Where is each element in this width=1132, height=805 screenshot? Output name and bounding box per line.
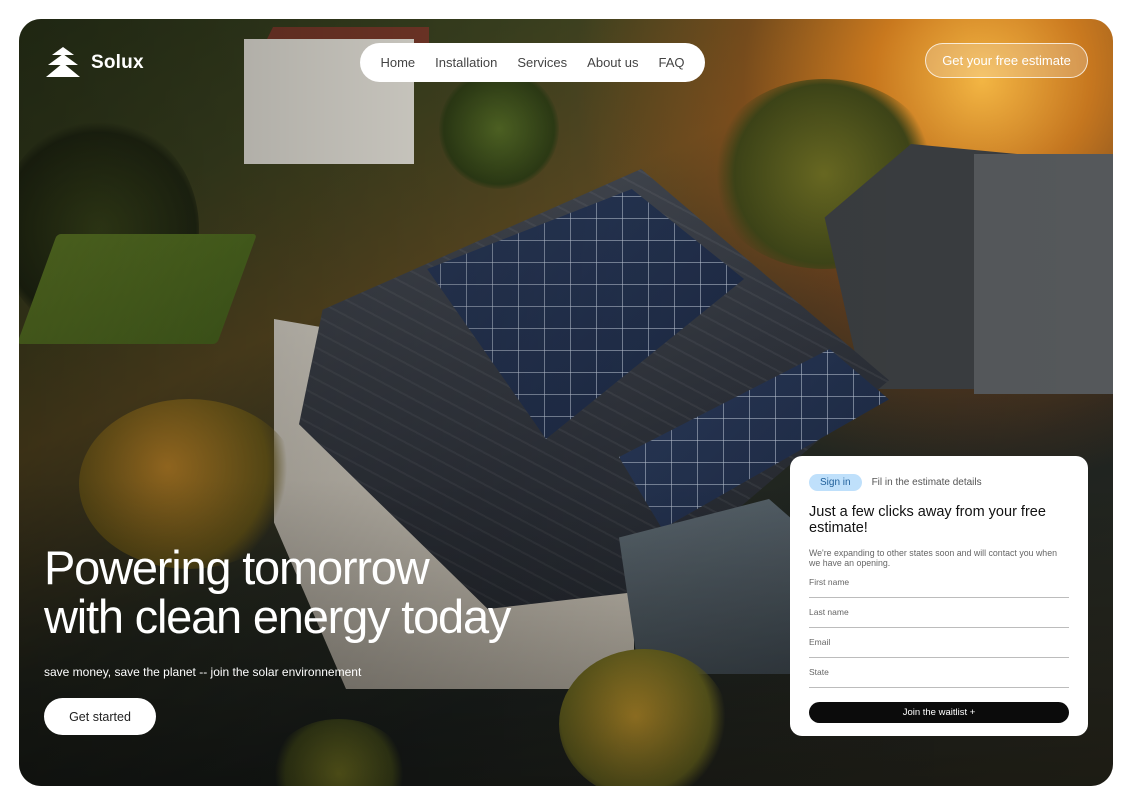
nav-faq[interactable]: FAQ — [659, 55, 685, 70]
main-nav: Home Installation Services About us FAQ — [360, 43, 705, 82]
form-note: We're expanding to other states soon and… — [809, 548, 1057, 568]
form-title: Just a few clicks away from your free es… — [809, 504, 1046, 536]
nav-about-us[interactable]: About us — [587, 55, 638, 70]
state-input[interactable] — [809, 667, 1069, 677]
last-name-field — [809, 607, 1069, 628]
email-field — [809, 637, 1069, 658]
hero-subtitle: save money, save the planet -- join the … — [44, 665, 362, 679]
get-started-button[interactable]: Get started — [44, 698, 156, 735]
sign-in-pill[interactable]: Sign in — [809, 474, 862, 491]
estimate-form-card: Sign in Fil in the estimate details Just… — [790, 456, 1088, 736]
hero-title-line-1: Powering tomorrow — [44, 541, 430, 594]
nav-installation[interactable]: Installation — [435, 55, 497, 70]
free-estimate-button[interactable]: Get your free estimate — [925, 43, 1088, 78]
brand-logo[interactable]: Solux — [45, 46, 144, 80]
nav-services[interactable]: Services — [517, 55, 567, 70]
email-input[interactable] — [809, 637, 1069, 647]
join-waitlist-button[interactable]: Join the waitlist + — [809, 702, 1069, 723]
form-header: Sign in Fil in the estimate details — [809, 474, 1069, 491]
last-name-input[interactable] — [809, 607, 1069, 617]
brand-name: Solux — [91, 52, 144, 73]
state-field — [809, 667, 1069, 688]
pine-tree-icon — [46, 47, 80, 77]
first-name-field — [809, 577, 1069, 598]
hero-title: Powering tomorrow with clean energy toda… — [44, 541, 511, 643]
form-step-text: Fil in the estimate details — [871, 477, 982, 488]
first-name-input[interactable] — [809, 577, 1069, 587]
nav-home[interactable]: Home — [380, 55, 415, 70]
hero-title-line-2: with clean energy today — [44, 590, 511, 643]
